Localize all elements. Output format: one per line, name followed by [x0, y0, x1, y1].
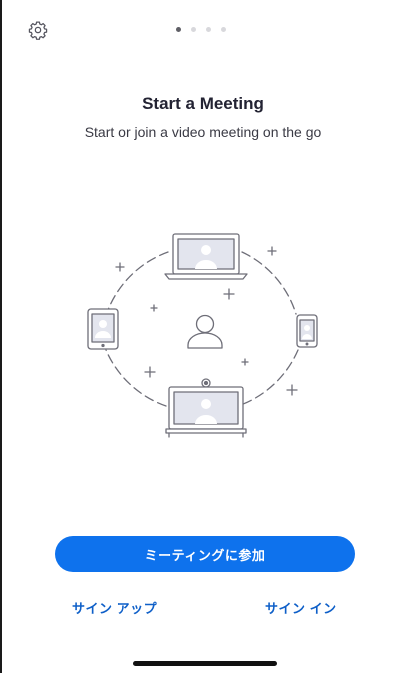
gear-icon [28, 21, 48, 40]
video-meeting-devices-illustration [87, 233, 318, 438]
phone-icon [296, 314, 318, 348]
page-dot-4 [221, 27, 226, 32]
room-display-icon [165, 378, 247, 438]
page-dot-1 [176, 27, 181, 32]
laptop-icon [164, 233, 248, 280]
page-indicator [176, 27, 226, 32]
page-title: Start a Meeting [142, 94, 264, 113]
join-meeting-button[interactable]: ミーティングに参加 [55, 536, 355, 572]
page-dot-3 [206, 27, 211, 32]
tablet-icon [87, 308, 119, 350]
page-subtitle: Start or join a video meeting on the go [84, 124, 322, 140]
app-screen: Start a Meeting Start or join a video me… [0, 0, 406, 673]
page-dot-2 [191, 27, 196, 32]
sign-in-link[interactable]: サイン イン [265, 598, 337, 617]
user-icon [187, 314, 223, 349]
sign-up-link[interactable]: サイン アップ [72, 598, 157, 617]
home-indicator[interactable] [133, 661, 277, 666]
settings-button[interactable] [26, 18, 50, 42]
